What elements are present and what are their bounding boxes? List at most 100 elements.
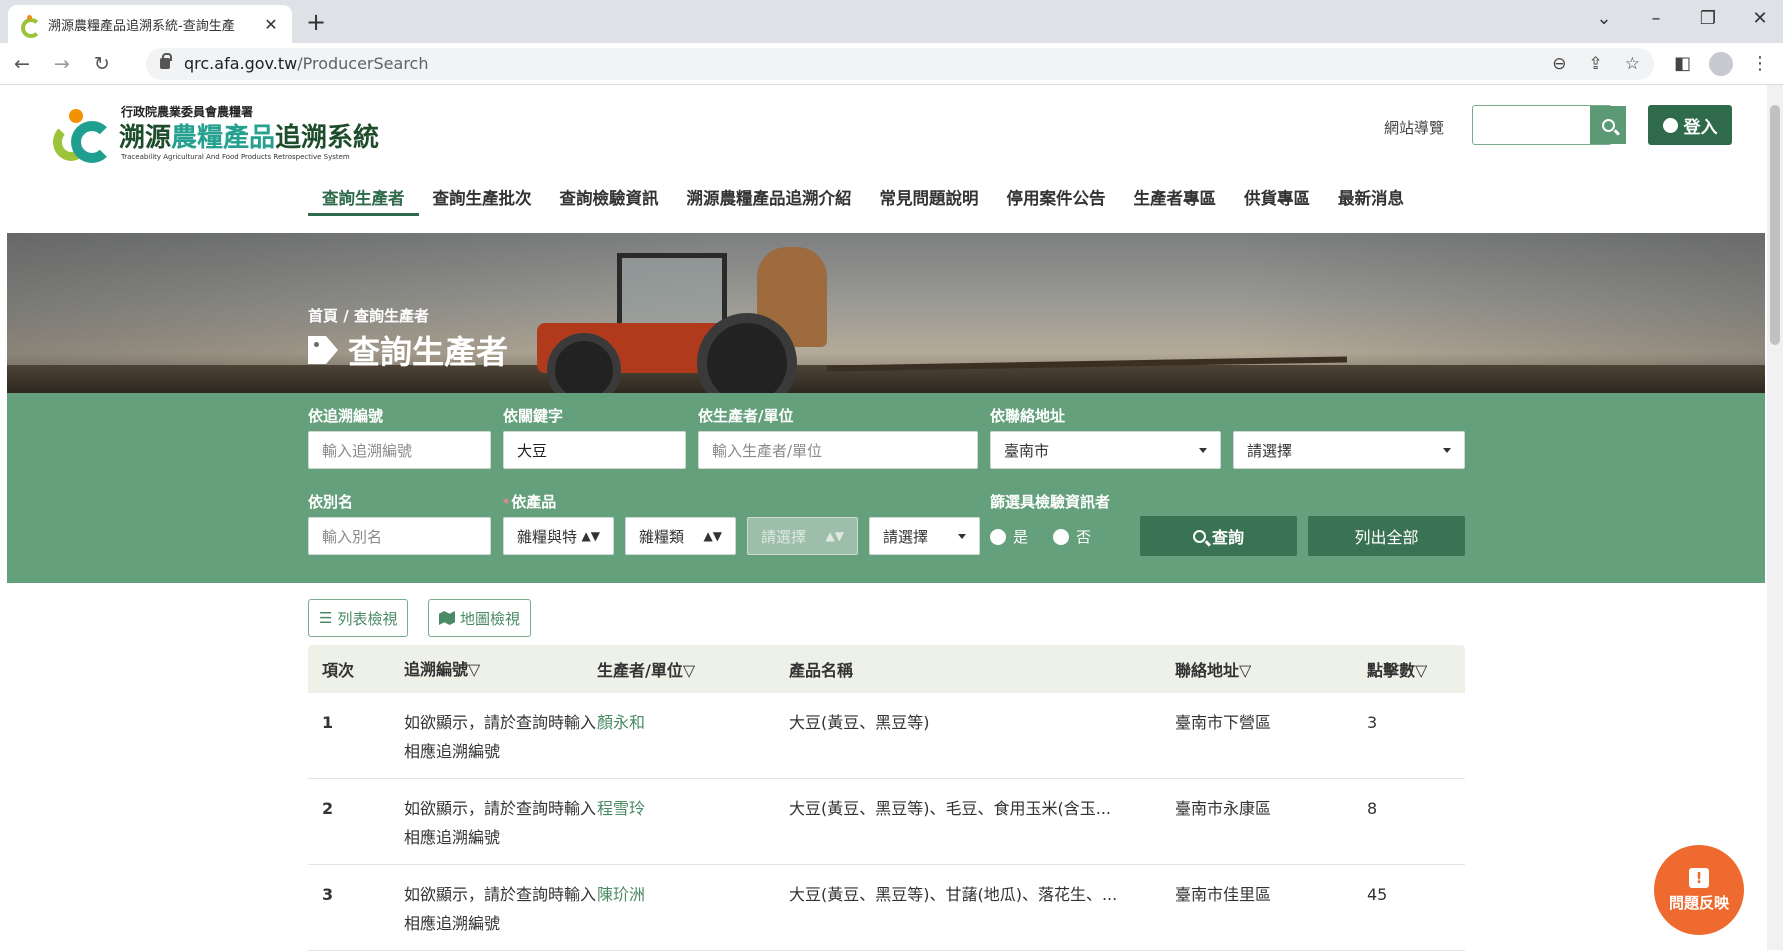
radio-no[interactable]: 否 — [1053, 526, 1091, 547]
alert-icon: ! — [1689, 867, 1709, 888]
address-bar: ← → ↻ qrc.afa.gov.tw/ProducerSearch ⊖ ⇪ … — [0, 43, 1783, 85]
col-address[interactable]: 聯絡地址▽ — [1175, 657, 1367, 681]
sort-updown-icon: ▲▼ — [703, 529, 722, 543]
col-clicks[interactable]: 點擊數▽ — [1367, 657, 1465, 681]
bookmark-star-icon[interactable]: ☆ — [1625, 54, 1640, 74]
hero-banner — [7, 233, 1765, 393]
trace-number-label: 依追溯編號 — [308, 407, 384, 425]
url-path: /ProducerSearch — [297, 54, 429, 73]
feedback-button[interactable]: ! 問題反映 — [1654, 845, 1744, 935]
tractor-image — [527, 243, 837, 393]
minimize-icon[interactable]: – — [1645, 8, 1667, 29]
product-label: * 依產品 — [503, 493, 557, 511]
site-header: 行政院農業委員會農糧署 溯源農糧產品追溯系統 Traceability Agri… — [7, 85, 1765, 233]
trace-number-input[interactable]: 輸入追溯編號 — [308, 431, 491, 469]
browser-tabbar: 溯源農糧產品追溯系統-查詢生產 ✕ + ⌄ – ❐ ✕ — [0, 0, 1783, 43]
table-row: 3 如欲顯示，請於查詢時輸入相應追溯編號 陳玠洲 大豆(黃豆、黑豆等)、甘藷(地… — [308, 865, 1465, 951]
back-icon[interactable]: ← — [14, 53, 30, 75]
nav-supply-zone[interactable]: 供貨專區 — [1230, 185, 1324, 216]
nav-producer-search[interactable]: 查詢生產者 — [308, 185, 419, 216]
breadcrumb-home[interactable]: 首頁 — [308, 307, 338, 325]
sort-updown-icon: ▲▼ — [581, 529, 600, 543]
chevron-down-icon — [1443, 447, 1451, 453]
search-button[interactable]: 查詢 — [1140, 516, 1297, 556]
map-view-button[interactable]: 地圖檢視 — [428, 599, 532, 637]
product-item-select: 請選擇 ▲▼ — [747, 517, 858, 555]
inspection-filter-label: 篩選具檢驗資訊者 — [990, 493, 1111, 511]
keyword-input[interactable]: 大豆 — [503, 431, 686, 469]
tag-icon — [308, 336, 338, 364]
address-label: 依聯絡地址 — [990, 407, 1066, 425]
table-row: 2 如欲顯示，請於查詢時輸入相應追溯編號 程雪玲 大豆(黃豆、黑豆等)、毛豆、食… — [308, 779, 1465, 865]
profile-avatar-icon[interactable] — [1709, 51, 1733, 76]
city-select[interactable]: 臺南市 — [990, 431, 1221, 469]
breadcrumb-current: 查詢生產者 — [353, 307, 429, 325]
page-scrollbar[interactable] — [1767, 85, 1783, 950]
side-panel-icon[interactable]: ◧ — [1674, 53, 1691, 74]
col-producer[interactable]: 生產者/單位▽ — [597, 657, 789, 681]
new-tab-icon[interactable]: + — [306, 8, 326, 36]
list-view-button[interactable]: ☰ 列表檢視 — [308, 599, 409, 637]
nav-inspection-search[interactable]: 查詢檢驗資訊 — [546, 185, 673, 216]
radio-yes[interactable]: 是 — [990, 526, 1028, 547]
page: 行政院農業委員會農糧署 溯源農糧產品追溯系統 Traceability Agri… — [7, 85, 1765, 951]
browser-tab[interactable]: 溯源農糧產品追溯系統-查詢生產 ✕ — [8, 5, 292, 43]
list-all-button[interactable]: 列出全部 — [1308, 516, 1465, 556]
nav-batch-search[interactable]: 查詢生產批次 — [419, 185, 546, 216]
user-icon — [1662, 117, 1678, 133]
table-row: 1 如欲顯示，請於查詢時輸入相應追溯編號 顏永和 大豆(黃豆、黑豆等) 臺南市下… — [308, 693, 1465, 779]
table-header: 項次 追溯編號▽ 生產者/單位▽ 產品名稱 聯絡地址▽ 點擊數▽ — [308, 645, 1465, 693]
producer-input[interactable]: 輸入生產者/單位 — [698, 431, 978, 469]
forward-icon[interactable]: → — [54, 53, 70, 75]
map-icon — [439, 611, 455, 625]
url-field[interactable]: qrc.afa.gov.tw/ProducerSearch ⊖ ⇪ ☆ — [146, 47, 1654, 80]
site-favicon-icon — [20, 15, 41, 38]
chevron-down-icon — [958, 533, 966, 539]
producer-label: 依生產者/單位 — [698, 407, 794, 425]
product-type-select[interactable]: 雜糧類 ▲▼ — [625, 517, 736, 555]
main-nav: 查詢生產者 查詢生產批次 查詢檢驗資訊 溯源農糧產品追溯介紹 常見問題說明 停用… — [308, 185, 1418, 216]
logo-english-name: Traceability Agricultural And Food Produ… — [121, 153, 350, 161]
search-icon — [1192, 529, 1206, 543]
producer-link[interactable]: 程雪玲 — [597, 794, 789, 852]
nav-faq[interactable]: 常見問題說明 — [866, 185, 993, 216]
sitemap-link[interactable]: 網站導覽 — [1384, 117, 1444, 138]
search-icon — [1601, 118, 1615, 132]
producer-link[interactable]: 顏永和 — [597, 708, 789, 766]
nav-news[interactable]: 最新消息 — [1324, 185, 1418, 216]
reload-icon[interactable]: ↻ — [94, 53, 110, 75]
tab-search-icon[interactable]: ⌄ — [1593, 8, 1615, 29]
site-logo[interactable]: 行政院農業委員會農糧署 溯源農糧產品追溯系統 Traceability Agri… — [49, 103, 379, 163]
col-trace-number[interactable]: 追溯編號▽ — [404, 655, 597, 684]
alias-input[interactable]: 輸入別名 — [308, 517, 491, 555]
product-detail-select[interactable]: 請選擇 — [869, 517, 980, 555]
col-index: 項次 — [322, 661, 355, 680]
nav-producer-zone[interactable]: 生產者專區 — [1120, 185, 1231, 216]
url-host: qrc.afa.gov.tw — [184, 54, 298, 73]
nav-intro[interactable]: 溯源農糧產品追溯介紹 — [673, 185, 866, 216]
results-table: 項次 追溯編號▽ 生產者/單位▽ 產品名稱 聯絡地址▽ 點擊數▽ 1 如欲顯示，… — [308, 645, 1465, 951]
maximize-icon[interactable]: ❐ — [1697, 8, 1719, 29]
alias-label: 依別名 — [308, 493, 354, 511]
tab-title: 溯源農糧產品追溯系統-查詢生產 — [48, 18, 235, 34]
logo-mark-icon — [49, 109, 113, 165]
producer-link[interactable]: 陳玠洲 — [597, 880, 789, 938]
window-controls: ⌄ – ❐ ✕ — [1593, 8, 1771, 29]
sort-updown-icon: ▲▼ — [825, 529, 844, 543]
share-icon[interactable]: ⇪ — [1588, 54, 1602, 74]
close-window-icon[interactable]: ✕ — [1749, 8, 1771, 29]
list-icon: ☰ — [319, 609, 333, 627]
nav-suspended[interactable]: 停用案件公告 — [993, 185, 1120, 216]
login-button[interactable]: 登入 — [1648, 105, 1732, 145]
keyword-label: 依關鍵字 — [503, 407, 564, 425]
tab-close-icon[interactable]: ✕ — [262, 15, 280, 34]
col-product: 產品名稱 — [789, 661, 854, 680]
product-category-select[interactable]: 雜糧與特 ▲▼ — [503, 517, 614, 555]
zoom-icon[interactable]: ⊖ — [1552, 54, 1566, 74]
breadcrumb: 首頁 / 查詢生產者 — [308, 307, 429, 325]
district-select[interactable]: 請選擇 — [1233, 431, 1465, 469]
lock-icon — [160, 53, 172, 69]
page-title: 查詢生產者 — [308, 327, 508, 373]
site-search-button[interactable] — [1590, 106, 1626, 144]
browser-menu-icon[interactable]: ⋮ — [1751, 53, 1769, 74]
